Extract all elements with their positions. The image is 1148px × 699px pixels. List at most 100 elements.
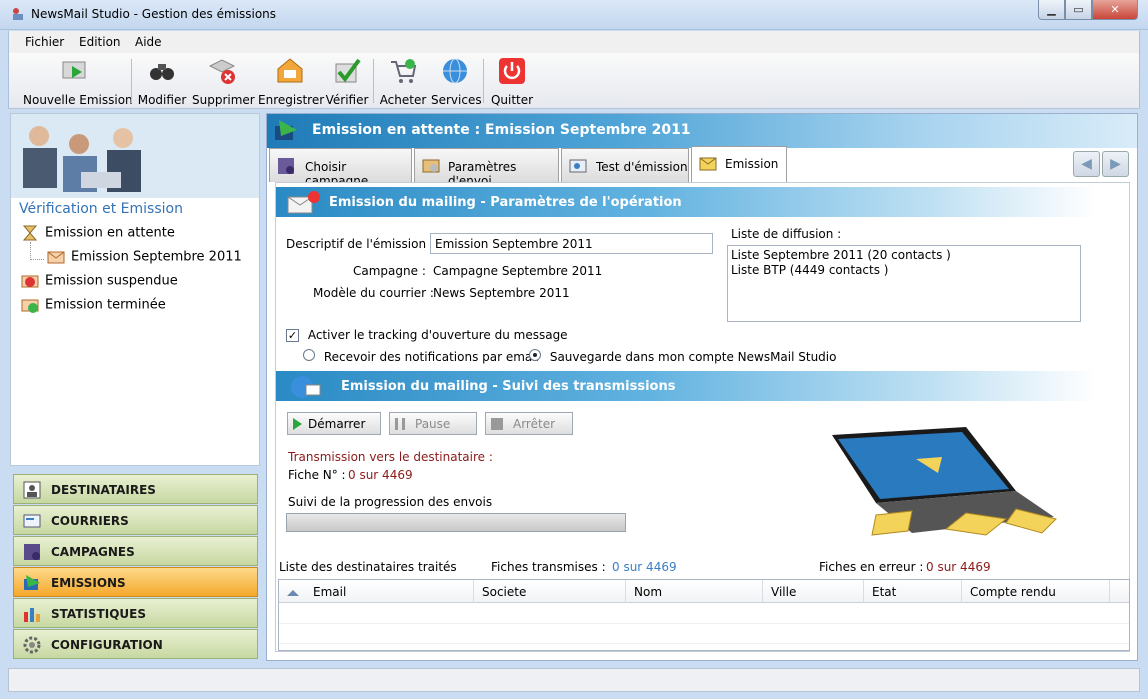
cart-icon xyxy=(391,59,417,83)
tab-emission[interactable]: Emission xyxy=(691,146,787,183)
verify-button[interactable]: Vérifier xyxy=(325,56,369,108)
notify-email-radio[interactable] xyxy=(303,349,315,361)
tree-item-finished[interactable]: Emission terminée xyxy=(21,296,166,314)
column-ville[interactable]: Ville xyxy=(763,580,864,603)
column-nom[interactable]: Nom xyxy=(626,580,763,603)
tab-choisir-campagne[interactable]: Choisir campagne xyxy=(269,148,412,188)
tab-parametres-envoi[interactable]: Paramètres d'envoi xyxy=(414,148,559,188)
save-account-row: Sauvegarde dans mon compte NewsMail Stud… xyxy=(529,349,836,364)
campagne-value: Campagne Septembre 2011 xyxy=(433,264,603,278)
liste-diffusion-box[interactable]: Liste Septembre 2011 (20 contacts ) List… xyxy=(727,245,1081,322)
left-panel: Vérification et Emission Emission en att… xyxy=(10,113,260,466)
modify-button[interactable]: Modifier xyxy=(136,56,188,108)
title-bar: NewsMail Studio - Gestion des émissions … xyxy=(0,0,1148,30)
tree-item-september[interactable]: Emission Septembre 2011 xyxy=(47,248,242,266)
fiches-transmises-value: 0 sur 4469 xyxy=(612,560,677,574)
toolbar-separator xyxy=(373,59,374,103)
nav-emissions[interactable]: EMISSIONS xyxy=(13,567,258,597)
fiches-transmises-label: Fiches transmises : xyxy=(491,560,606,574)
delete-icon xyxy=(208,59,236,84)
tab-test-emission[interactable]: Test d'émission xyxy=(561,148,689,182)
buy-button[interactable]: Acheter xyxy=(379,56,427,108)
column-compte-rendu[interactable]: Compte rendu xyxy=(962,580,1110,603)
save-icon xyxy=(277,58,303,83)
column-etat[interactable]: Etat xyxy=(864,580,962,603)
column-email[interactable]: Email xyxy=(279,580,474,603)
save-button[interactable]: Enregistrer xyxy=(258,56,324,108)
menu-edition[interactable]: Edition xyxy=(79,35,121,49)
nav-courriers[interactable]: COURRIERS xyxy=(13,505,258,535)
section-parameters-header: Emission du mailing - Paramètres de l'op… xyxy=(276,187,1096,217)
fiches-erreur-value: 0 sur 4469 xyxy=(926,560,991,574)
tree-connector xyxy=(30,259,44,260)
stop-button[interactable]: Arrêter xyxy=(485,412,573,435)
campagne-label: Campagne : xyxy=(353,264,426,278)
save-account-radio[interactable] xyxy=(529,349,541,361)
list-item[interactable]: Liste Septembre 2011 (20 contacts ) xyxy=(731,248,1077,263)
toolbar: Nouvelle Emission Modifier Supprimer Enr… xyxy=(8,53,1140,109)
mail-section-icon xyxy=(287,191,320,214)
close-button[interactable]: ✕ xyxy=(1092,0,1138,20)
tree-item-waiting[interactable]: Emission en attente xyxy=(21,224,175,242)
banner-image xyxy=(11,114,259,198)
panel-title: Vérification et Emission xyxy=(19,201,183,217)
stop-icon xyxy=(491,417,503,430)
finished-icon xyxy=(21,299,39,313)
bar-chart-icon xyxy=(24,608,40,622)
delete-button[interactable]: Supprimer xyxy=(192,56,255,108)
envelope-icon xyxy=(47,251,65,264)
tracking-checkbox[interactable]: ✓ xyxy=(286,329,299,342)
section-transmission-header: Emission du mailing - Suivi des transmis… xyxy=(276,371,1096,401)
descriptif-input[interactable]: Emission Septembre 2011 xyxy=(430,233,713,254)
fiche-value: 0 sur 4469 xyxy=(348,468,413,482)
contacts-icon xyxy=(23,481,41,499)
transmission-label: Transmission vers le destinataire : xyxy=(288,450,493,464)
nav-statistiques[interactable]: STATISTIQUES xyxy=(13,598,258,628)
stop-icon xyxy=(21,275,39,288)
new-emission-icon xyxy=(62,61,86,79)
play-icon xyxy=(293,417,302,430)
tree-item-suspended[interactable]: Emission suspendue xyxy=(21,272,178,290)
binoculars-icon xyxy=(150,64,174,80)
window-controls: ▁ ▭ ✕ xyxy=(1038,0,1138,20)
pause-icon xyxy=(395,417,405,430)
progress-bar xyxy=(286,513,626,532)
status-bar xyxy=(8,668,1140,692)
app-icon xyxy=(13,8,23,20)
suivi-label: Suivi de la progression des envois xyxy=(288,495,493,509)
emission-header-icon xyxy=(275,120,297,140)
start-button[interactable]: Démarrer xyxy=(287,412,381,435)
prev-tab-arrow[interactable]: ◀ xyxy=(1073,151,1100,177)
emission-icon xyxy=(24,575,40,590)
save-account-label: Sauvegarde dans mon compte NewsMail Stud… xyxy=(549,350,837,364)
minimize-button[interactable]: ▁ xyxy=(1038,0,1065,20)
main-header-title: Emission en attente : Emission Septembre… xyxy=(312,122,691,138)
next-tab-arrow[interactable]: ▶ xyxy=(1102,151,1129,177)
new-emission-button[interactable]: Nouvelle Emission xyxy=(23,56,133,108)
tracking-label: Activer le tracking d'ouverture du messa… xyxy=(307,328,568,342)
menu-fichier[interactable]: Fichier xyxy=(25,35,64,49)
campaign-tab-icon xyxy=(278,158,294,174)
column-societe[interactable]: Societe xyxy=(474,580,626,603)
quit-button[interactable]: Quitter xyxy=(489,56,535,108)
gear-icon xyxy=(23,636,41,654)
descriptif-label: Descriptif de l'émission : xyxy=(286,237,434,251)
campaign-icon xyxy=(24,544,40,560)
list-item[interactable]: Liste BTP (4449 contacts ) xyxy=(731,263,1077,278)
checkmark-icon xyxy=(335,58,361,83)
nav-configuration[interactable]: CONFIGURATION xyxy=(13,629,258,659)
recipients-grid[interactable]: Email Societe Nom Ville Etat Compte rend… xyxy=(278,579,1130,651)
nav-destinataires[interactable]: DESTINATAIRES xyxy=(13,474,258,504)
liste-diffusion-label: Liste de diffusion : xyxy=(731,227,842,241)
maximize-button[interactable]: ▭ xyxy=(1065,0,1092,20)
transmission-section-icon xyxy=(291,376,321,398)
menu-aide[interactable]: Aide xyxy=(135,35,162,49)
laptop-illustration xyxy=(832,427,1057,536)
services-button[interactable]: Services xyxy=(431,56,482,108)
nav-campagnes[interactable]: CAMPAGNES xyxy=(13,536,258,566)
notify-email-row: Recevoir des notifications par email xyxy=(303,349,539,364)
pause-button[interactable]: Pause xyxy=(389,412,477,435)
letters-icon xyxy=(23,514,41,528)
fiches-erreur-label: Fiches en erreur : xyxy=(819,560,924,574)
power-icon xyxy=(499,58,525,84)
